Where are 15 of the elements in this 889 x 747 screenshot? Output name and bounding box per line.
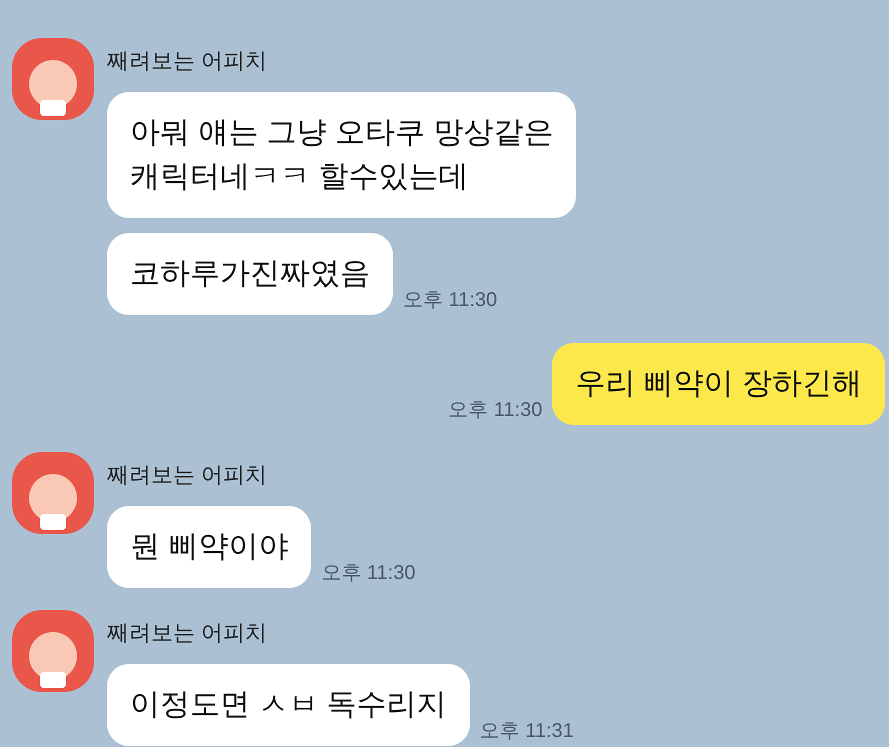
sender-name: 째려보는 어피치 bbox=[107, 461, 268, 489]
message-time: 오후 11:30 bbox=[403, 288, 498, 313]
avatar[interactable] bbox=[12, 38, 94, 120]
message-bubble: 우리 삐약이 장하긴해 bbox=[552, 343, 885, 425]
sender-name: 째려보는 어피치 bbox=[107, 47, 268, 75]
message-bubble: 코하루가진짜였음 bbox=[107, 233, 393, 315]
message-bubble: 아뭐 얘는 그냥 오타쿠 망상같은 캐릭터네ㅋㅋ 할수있는데 bbox=[107, 92, 576, 218]
message-time: 오후 11:31 bbox=[480, 719, 574, 744]
message-bubble: 뭔 삐약이야 bbox=[107, 506, 312, 588]
message-time: 오후 11:30 bbox=[448, 398, 542, 423]
avatar[interactable] bbox=[12, 610, 94, 692]
message-bubble: 이정도면 ㅅㅂ 독수리지 bbox=[107, 664, 470, 746]
avatar[interactable] bbox=[12, 452, 94, 534]
sender-name: 째려보는 어피치 bbox=[107, 619, 268, 647]
message-time: 오후 11:30 bbox=[321, 561, 416, 586]
